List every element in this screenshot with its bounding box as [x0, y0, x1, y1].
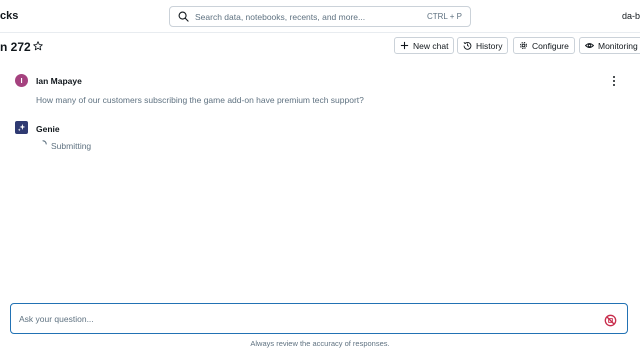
- user-question: How many of our customers subscribing th…: [36, 95, 364, 105]
- sparkle-icon: [17, 123, 26, 132]
- new-chat-button[interactable]: New chat: [394, 37, 455, 54]
- global-search[interactable]: Search data, notebooks, recents, and mor…: [169, 6, 471, 27]
- disclaimer-text: Always review the accuracy of responses.: [250, 339, 390, 348]
- new-chat-label: New chat: [413, 40, 449, 51]
- monitoring-label: Monitoring: [598, 40, 638, 51]
- workspace-name[interactable]: da-b: [622, 11, 640, 21]
- loading-spinner-icon: [42, 140, 47, 145]
- eye-icon: [585, 43, 594, 48]
- user-avatar: I: [15, 74, 28, 87]
- configure-label: Configure: [532, 40, 569, 51]
- question-input[interactable]: [19, 311, 589, 327]
- assistant-status: Submitting: [51, 141, 92, 151]
- space-title-bar: n 272 New chat History Configure Monitor…: [0, 33, 640, 61]
- plus-icon: [400, 41, 409, 50]
- assistant-name: Genie: [36, 124, 60, 134]
- genie-avatar: [15, 121, 28, 134]
- gear-icon: [519, 41, 528, 50]
- history-icon: [463, 41, 472, 50]
- top-bar: cks Search data, notebooks, recents, and…: [0, 0, 640, 33]
- configure-button[interactable]: Configure: [513, 37, 575, 54]
- more-options-icon[interactable]: [611, 75, 617, 87]
- history-button[interactable]: History: [457, 37, 509, 54]
- search-shortcut: CTRL + P: [426, 12, 462, 21]
- question-composer: [10, 303, 628, 334]
- page-title: n 272: [0, 40, 31, 54]
- search-icon: [178, 11, 189, 22]
- stop-icon[interactable]: [604, 314, 617, 327]
- star-icon[interactable]: [33, 41, 43, 51]
- user-name: Ian Mapaye: [36, 76, 82, 86]
- search-placeholder: Search data, notebooks, recents, and mor…: [195, 11, 366, 22]
- brand-logo-text[interactable]: cks: [0, 10, 18, 22]
- history-label: History: [476, 40, 503, 51]
- monitoring-button[interactable]: Monitoring: [579, 37, 640, 54]
